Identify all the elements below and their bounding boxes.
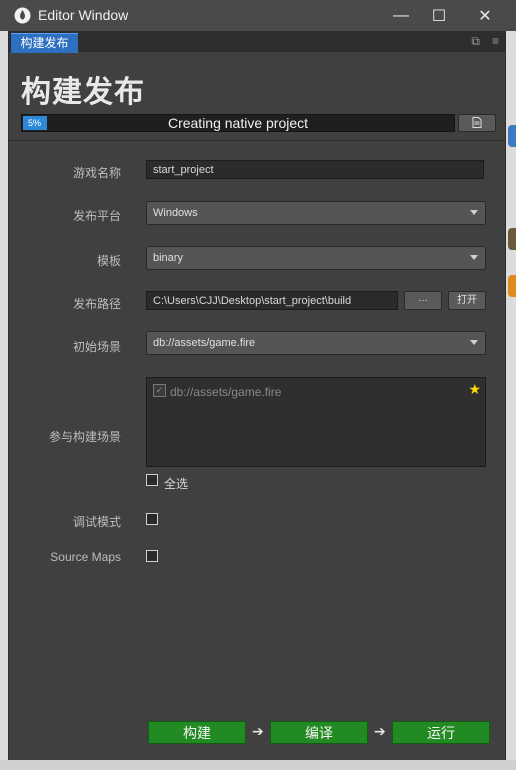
platform-label: 发布平台 [72,209,121,223]
browse-path-button[interactable]: ··· [404,291,442,310]
background-icon [508,275,516,297]
included-scenes-label: 参与构建场景 [48,430,121,444]
scene-item-label: db://assets/game.fire [170,385,282,399]
template-value: binary [153,252,183,264]
build-path-label: 发布路径 [72,297,121,311]
chevron-down-icon [470,210,478,215]
build-path-input[interactable]: C:\Users\CJJ\Desktop\start_project\build [146,291,398,310]
start-scene-select[interactable]: db://assets/game.fire [146,331,486,355]
start-scene-label: 初始场景 [72,340,121,354]
editor-window: 构建发布 ⧉ ≡ 构建发布 5% Creating native project … [8,31,506,760]
template-label: 模板 [96,254,121,268]
game-name-input[interactable]: start_project [146,160,484,179]
game-name-label: 游戏名称 [72,166,121,180]
platform-select[interactable]: Windows [146,201,486,225]
platform-value: Windows [153,207,198,219]
source-maps-checkbox[interactable] [146,550,158,562]
tab-tools: ⧉ ≡ [459,34,499,49]
build-button[interactable]: 构建 [148,721,246,744]
open-path-button[interactable]: 打开 [448,291,486,310]
title-bar[interactable]: Editor Window — ☐ ✕ [0,0,516,31]
star-icon: ★ [468,381,481,397]
debug-mode-checkbox[interactable] [146,513,158,525]
debug-mode-label: 调试模式 [72,515,121,529]
page-title: 构建发布 [21,76,145,109]
select-all-checkbox[interactable] [146,474,158,486]
window-title: Editor Window [38,7,129,23]
divider [9,140,505,141]
background-icon [508,228,516,250]
chevron-down-icon [470,340,478,345]
scene-checkbox[interactable]: ✓ [153,384,166,397]
run-button[interactable]: 运行 [392,721,490,744]
template-select[interactable]: binary [146,246,486,270]
arrow-right-icon: ➔ [252,723,264,739]
build-log-button[interactable] [458,114,496,132]
background-taskbar [0,760,516,770]
background-icon [508,125,516,147]
document-icon [472,117,482,128]
chevron-down-icon [470,255,478,260]
progress-status: Creating native project [167,115,309,131]
popout-icon[interactable]: ⧉ [471,34,480,48]
compile-button[interactable]: 编译 [270,721,368,744]
tab-build-publish[interactable]: 构建发布 [11,33,78,53]
select-all-label: 全选 [164,477,189,491]
arrow-right-icon: ➔ [374,723,386,739]
close-button[interactable]: ✕ [462,0,508,31]
build-progress-bar: 5% Creating native project [21,114,455,132]
scene-list: ✓ db://assets/game.fire ★ [146,377,486,467]
start-scene-value: db://assets/game.fire [153,337,256,349]
maximize-button[interactable]: ☐ [416,0,462,31]
app-logo-icon [14,7,31,24]
source-maps-label: Source Maps [50,550,121,564]
tab-bar: 构建发布 ⧉ ≡ [9,31,505,53]
menu-icon[interactable]: ≡ [492,34,499,48]
